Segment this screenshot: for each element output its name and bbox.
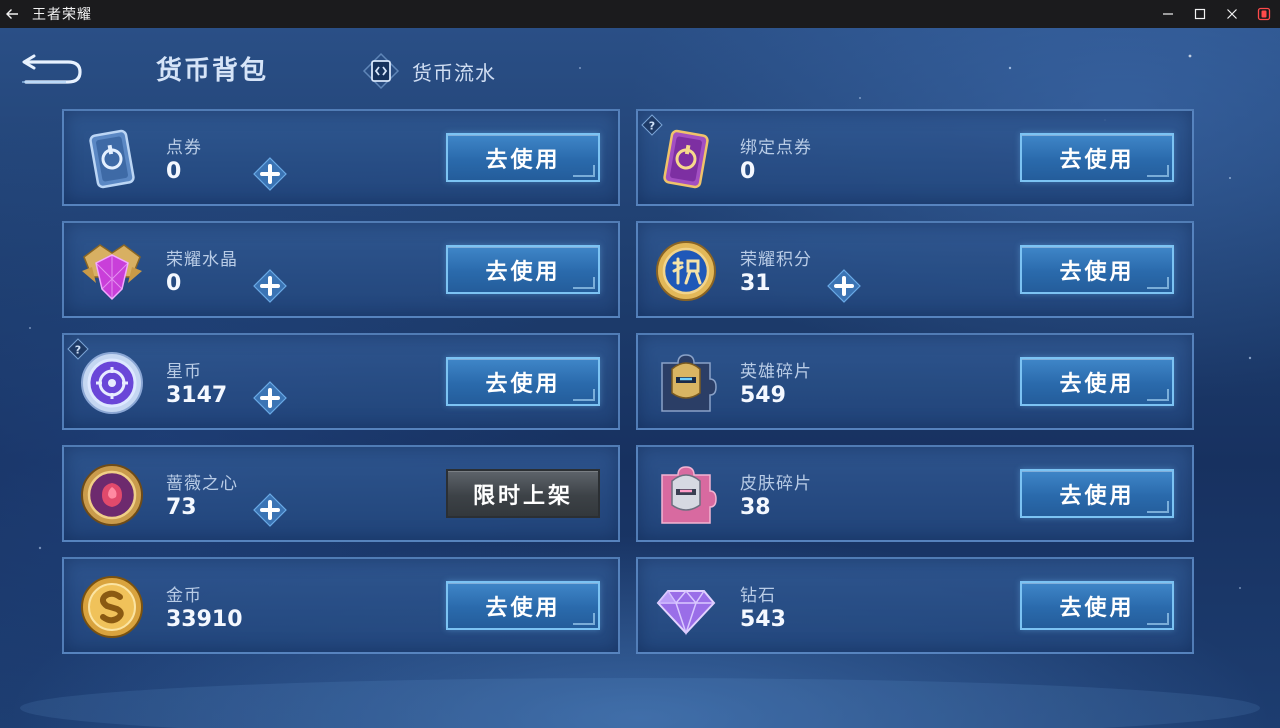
- currency-value: 38: [740, 495, 771, 520]
- currency-name: 皮肤碎片: [740, 474, 812, 494]
- window-title: 王者荣耀: [32, 7, 92, 23]
- use-glory-points-button[interactable]: 去使用: [1020, 245, 1174, 294]
- use-star-coin-button[interactable]: 去使用: [446, 357, 600, 406]
- window-back-button[interactable]: [0, 0, 24, 28]
- currency-card-dianquan: 点券 0 去使用: [62, 109, 620, 206]
- star-coin-icon: [78, 349, 146, 417]
- currency-name: 英雄碎片: [740, 362, 812, 382]
- currency-name: 星币: [166, 362, 202, 382]
- currency-card-star-coin: ? 星币 3147 去使用: [62, 333, 620, 430]
- use-skin-shard-button[interactable]: 去使用: [1020, 469, 1174, 518]
- plus-icon: [253, 269, 287, 303]
- add-glory-crystal-button[interactable]: [252, 268, 288, 304]
- coupon-card-icon: [78, 125, 146, 193]
- skin-shard-icon: [652, 461, 720, 529]
- currency-grid: 点券 0 去使用 ? 绑定点券 0 去使用 荣耀水晶 0 去使用 荣耀积分 31…: [0, 28, 1280, 728]
- arrow-left-icon: [6, 9, 18, 19]
- window-controls: [1152, 0, 1280, 28]
- hero-shard-icon: [652, 349, 720, 417]
- maximize-button[interactable]: [1184, 0, 1216, 28]
- limited-time-listing-button[interactable]: 限时上架: [446, 469, 600, 518]
- currency-value: 73: [166, 495, 197, 520]
- close-icon: [1227, 9, 1237, 19]
- currency-value: 543: [740, 607, 786, 632]
- currency-name: 绑定点券: [740, 138, 812, 158]
- add-star-coin-button[interactable]: [252, 380, 288, 416]
- currency-value: 31: [740, 271, 771, 296]
- side-panel-icon: [1257, 7, 1271, 21]
- use-bound-dianquan-button[interactable]: 去使用: [1020, 133, 1174, 182]
- plus-icon: [827, 269, 861, 303]
- maximize-icon: [1194, 8, 1206, 20]
- currency-name: 蔷薇之心: [166, 474, 238, 494]
- currency-name: 点券: [166, 138, 202, 158]
- glory-points-icon: [652, 237, 720, 305]
- side-panel-button[interactable]: [1248, 0, 1280, 28]
- plus-icon: [253, 381, 287, 415]
- currency-name: 金币: [166, 586, 202, 606]
- minimize-icon: [1163, 13, 1173, 15]
- window-title-bar: 王者荣耀: [0, 0, 1280, 28]
- currency-card-rose-heart: 蔷薇之心 73 限时上架: [62, 445, 620, 542]
- currency-value: 33910: [166, 607, 243, 632]
- use-gold-coin-button[interactable]: 去使用: [446, 581, 600, 630]
- plus-icon: [253, 493, 287, 527]
- use-glory-crystal-button[interactable]: 去使用: [446, 245, 600, 294]
- minimize-button[interactable]: [1152, 0, 1184, 28]
- use-hero-shard-button[interactable]: 去使用: [1020, 357, 1174, 406]
- bound-coupon-card-icon: [652, 125, 720, 193]
- currency-card-glory-crystal: 荣耀水晶 0 去使用: [62, 221, 620, 318]
- currency-value: 0: [740, 159, 756, 184]
- currency-name: 荣耀积分: [740, 250, 812, 270]
- currency-card-hero-shard: 英雄碎片 549 去使用: [636, 333, 1194, 430]
- currency-card-glory-points: 荣耀积分 31 去使用: [636, 221, 1194, 318]
- add-glory-points-button[interactable]: [826, 268, 862, 304]
- plus-icon: [253, 157, 287, 191]
- currency-card-bound-dianquan: ? 绑定点券 0 去使用: [636, 109, 1194, 206]
- use-dianquan-button[interactable]: 去使用: [446, 133, 600, 182]
- glory-crystal-icon: [78, 237, 146, 305]
- currency-value: 0: [166, 271, 182, 296]
- currency-value: 3147: [166, 383, 228, 408]
- currency-card-gold-coin: 金币 33910 去使用: [62, 557, 620, 654]
- add-rose-heart-button[interactable]: [252, 492, 288, 528]
- currency-name: 荣耀水晶: [166, 250, 238, 270]
- use-diamond-button[interactable]: 去使用: [1020, 581, 1174, 630]
- currency-name: 钻石: [740, 586, 776, 606]
- rose-heart-icon: [78, 461, 146, 529]
- currency-bag-scene: 货币背包 货币流水 点券 0 去使用 ? 绑定点券 0 去使用 荣耀水晶 0 去…: [0, 28, 1280, 728]
- currency-value: 0: [166, 159, 182, 184]
- currency-card-skin-shard: 皮肤碎片 38 去使用: [636, 445, 1194, 542]
- close-button[interactable]: [1216, 0, 1248, 28]
- currency-card-diamond: 钻石 543 去使用: [636, 557, 1194, 654]
- currency-value: 549: [740, 383, 786, 408]
- add-dianquan-button[interactable]: [252, 156, 288, 192]
- gold-coin-icon: [78, 573, 146, 641]
- diamond-icon: [652, 573, 720, 641]
